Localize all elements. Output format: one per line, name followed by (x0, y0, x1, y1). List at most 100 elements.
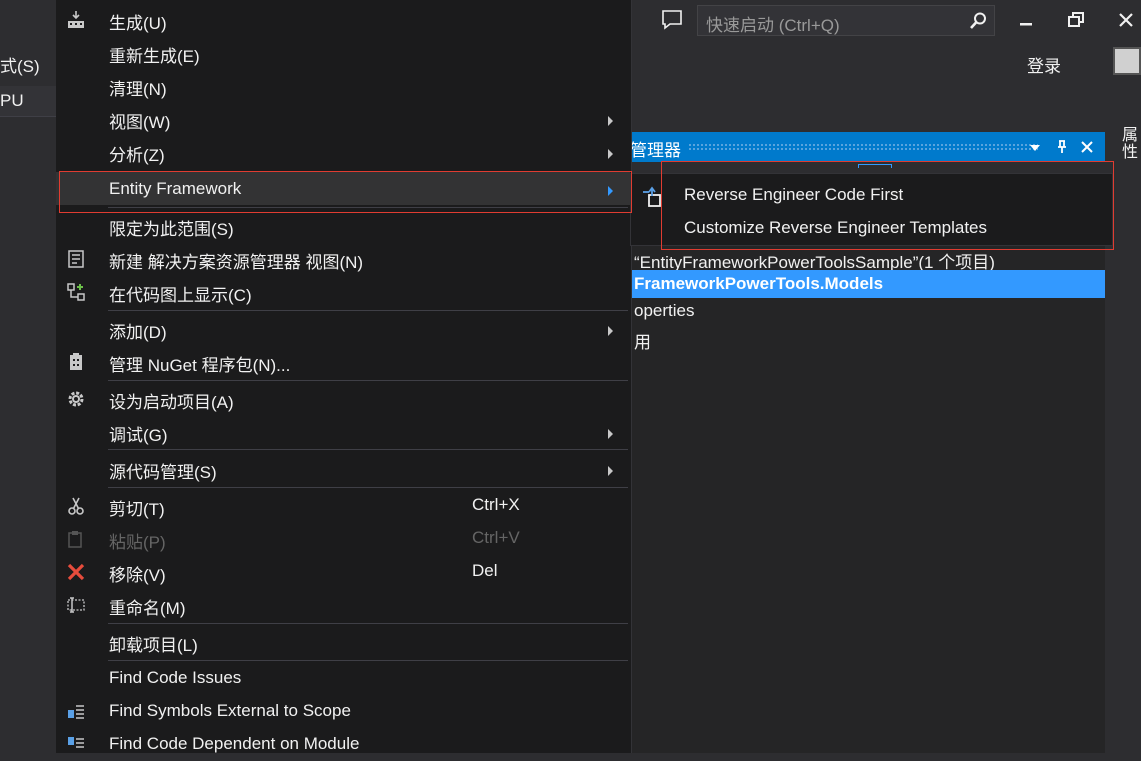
menu-item-label: 清理(N) (109, 80, 167, 99)
login-link[interactable]: 登录 (1027, 52, 1061, 77)
quick-launch-input[interactable]: 快速启动 (Ctrl+Q) (697, 5, 995, 36)
menu-item-debug[interactable]: 调试(G) (56, 415, 630, 448)
tree-item-selected[interactable]: FrameworkPowerTools.Models (630, 270, 1105, 298)
close-icon[interactable] (1114, 8, 1138, 32)
menu-fragment[interactable]: 式(S) (0, 52, 40, 77)
build-icon (68, 11, 84, 28)
tree-item-references[interactable]: 用 (634, 328, 651, 353)
menu-separator (108, 380, 628, 381)
menu-item-rename[interactable]: 重命名(M) (56, 588, 630, 621)
context-menu: 生成(U) 重新生成(E) 清理(N) 视图(W) 分析(Z) Entity F… (56, 0, 632, 753)
minimize-icon[interactable] (1014, 8, 1038, 32)
menu-item-build[interactable]: 生成(U) (56, 3, 630, 36)
menu-item-label: Find Symbols External to Scope (109, 701, 351, 720)
menu-item-source-control[interactable]: 源代码管理(S) (56, 452, 630, 485)
rename-icon (67, 597, 85, 613)
menu-item-label: 剪切(T) (109, 500, 165, 519)
gear-icon (68, 391, 84, 407)
menu-separator (108, 449, 628, 450)
menu-item-shortcut: Ctrl+V (472, 528, 520, 547)
menu-item-unload-project[interactable]: 卸载项目(L) (56, 625, 630, 658)
menu-item-clean[interactable]: 清理(N) (56, 69, 630, 102)
platform-dropdown[interactable]: PU (0, 86, 58, 117)
tree-item-project: FrameworkPowerTools.Models (634, 274, 884, 293)
menu-item-label: Entity Framework (109, 179, 242, 198)
panel-title: 管理器 (630, 141, 681, 160)
nuget-icon (70, 353, 82, 370)
find-symbols-icon (68, 705, 84, 719)
menu-item-find-symbols-external[interactable]: Find Symbols External to Scope (56, 695, 630, 728)
menu-item-label: 源代码管理(S) (109, 463, 217, 482)
entity-framework-submenu: Reverse Engineer Code First Customize Re… (630, 173, 1113, 246)
menu-item-label: 管理 NuGet 程序包(N)... (109, 356, 291, 375)
close-icon[interactable] (1079, 139, 1095, 155)
menu-item-find-code-dependent[interactable]: Find Code Dependent on Module (56, 728, 630, 761)
menu-item-show-on-code-map[interactable]: 在代码图上显示(C) (56, 275, 630, 308)
menu-separator (108, 207, 628, 208)
menu-item-shortcut: Del (472, 561, 498, 580)
menu-item-analyze[interactable]: 分析(Z) (56, 135, 630, 168)
scissors-icon (68, 497, 84, 515)
menu-item-label: 视图(W) (109, 113, 171, 132)
menu-item-label: 限定为此范围(S) (109, 220, 234, 239)
menu-item-label: 卸载项目(L) (109, 636, 198, 655)
drag-grip[interactable] (688, 143, 1038, 151)
menu-item-new-solution-explorer-view[interactable]: 新建 解决方案资源管理器 视图(N) (56, 242, 630, 275)
paste-icon (68, 531, 82, 548)
menu-item-label: 新建 解决方案资源管理器 视图(N) (109, 253, 364, 272)
submenu-item-reverse-engineer-code-first[interactable]: Reverse Engineer Code First (631, 177, 1112, 210)
toolbar-button[interactable] (858, 164, 892, 168)
remove-x-icon (67, 563, 85, 581)
restore-icon[interactable] (1064, 8, 1088, 32)
menu-item-label: 重命名(M) (109, 599, 186, 618)
submenu-arrow-icon (608, 149, 613, 159)
tree-item-properties[interactable]: operties (634, 301, 694, 321)
menu-item-manage-nuget[interactable]: 管理 NuGet 程序包(N)... (56, 345, 630, 378)
code-map-icon (67, 283, 85, 301)
menu-separator (108, 310, 628, 311)
submenu-arrow-icon (608, 116, 613, 126)
quick-launch-placeholder: 快速启动 (Ctrl+Q) (706, 16, 840, 35)
submenu-arrow-icon (608, 429, 613, 439)
menu-item-scope-to-this[interactable]: 限定为此范围(S) (56, 209, 630, 242)
menu-separator (108, 487, 628, 488)
menu-item-rebuild[interactable]: 重新生成(E) (56, 36, 630, 69)
menu-item-entity-framework[interactable]: Entity Framework (56, 172, 630, 205)
solution-explorer-titlebar[interactable]: 管理器 (630, 132, 1105, 162)
find-dependent-icon (68, 737, 84, 748)
menu-item-shortcut: Ctrl+X (472, 495, 520, 514)
submenu-arrow-icon (608, 466, 613, 476)
submenu-arrow-icon (608, 186, 613, 196)
menu-item-cut[interactable]: 剪切(T) Ctrl+X (56, 489, 630, 522)
submenu-arrow-icon (608, 326, 613, 336)
menu-item-remove[interactable]: 移除(V) Del (56, 555, 630, 588)
menu-item-label: 设为启动项目(A) (109, 393, 234, 412)
menu-separator (108, 623, 628, 624)
dropdown-arrow-icon[interactable] (1028, 141, 1042, 155)
submenu-item-customize-templates[interactable]: Customize Reverse Engineer Templates (631, 210, 1112, 243)
menu-item-view[interactable]: 视图(W) (56, 102, 630, 135)
menu-item-label: 在代码图上显示(C) (109, 286, 252, 305)
platform-fragment: PU (0, 91, 24, 110)
menu-item-label: 生成(U) (109, 14, 167, 33)
search-icon[interactable] (968, 11, 988, 31)
menu-item-paste[interactable]: 粘贴(P) Ctrl+V (56, 522, 630, 555)
menu-item-label: 移除(V) (109, 566, 166, 585)
menu-item-label: 添加(D) (109, 323, 167, 342)
pin-icon[interactable] (1054, 139, 1070, 155)
menu-item-add[interactable]: 添加(D) (56, 312, 630, 345)
menu-separator (108, 660, 628, 661)
submenu-item-label: Customize Reverse Engineer Templates (684, 218, 987, 237)
menu-item-find-code-issues[interactable]: Find Code Issues (56, 662, 630, 695)
menu-item-label: Find Code Issues (109, 668, 242, 687)
avatar[interactable] (1113, 47, 1141, 75)
menu-item-label: 重新生成(E) (109, 47, 200, 66)
submenu-item-label: Reverse Engineer Code First (684, 185, 904, 204)
menu-item-set-startup-project[interactable]: 设为启动项目(A) (56, 382, 630, 415)
menu-item-label: 调试(G) (109, 426, 168, 445)
menu-item-label: Find Code Dependent on Module (109, 734, 360, 753)
reverse-engineer-icon (643, 186, 661, 207)
properties-tab[interactable]: 属性 (1115, 126, 1139, 160)
menu-item-label: 粘贴(P) (109, 533, 166, 552)
feedback-icon[interactable] (660, 8, 684, 32)
